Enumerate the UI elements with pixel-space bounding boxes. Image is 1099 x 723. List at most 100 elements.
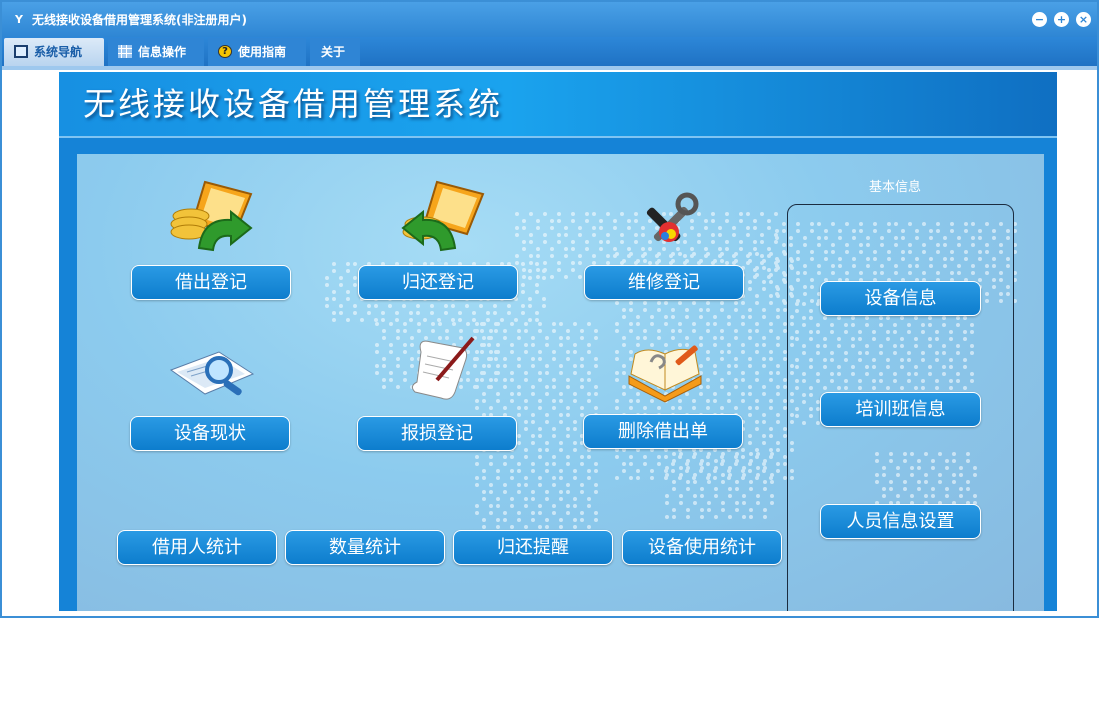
- map-dot: [564, 233, 568, 237]
- map-dot: [775, 285, 779, 289]
- map-dot: [517, 469, 521, 473]
- map-dot: [615, 357, 619, 361]
- map-dot: [559, 469, 563, 473]
- map-dot: [531, 518, 535, 522]
- map-dot: [573, 322, 577, 326]
- tab-system-navigation[interactable]: 系统导航: [4, 38, 104, 66]
- tab-user-guide[interactable]: ? 使用指南: [208, 38, 306, 66]
- repair-register-button[interactable]: 维修登记: [584, 265, 744, 300]
- map-dot: [678, 406, 682, 410]
- map-dot: [707, 501, 711, 505]
- map-dot: [776, 469, 780, 473]
- map-dot: [545, 518, 549, 522]
- map-dot: [587, 392, 591, 396]
- map-dot: [382, 385, 386, 389]
- map-dot: [566, 462, 570, 466]
- map-dot: [755, 266, 759, 270]
- window-title: 无线接收设备借用管理系统(非注册用户): [32, 13, 247, 27]
- map-dot: [762, 357, 766, 361]
- map-dot: [571, 240, 575, 244]
- map-dot: [748, 259, 752, 263]
- usage-stats-button[interactable]: 设备使用统计: [622, 530, 782, 565]
- quantity-stats-button[interactable]: 数量统计: [285, 530, 445, 565]
- map-dot: [762, 420, 766, 424]
- map-dot: [339, 283, 343, 287]
- map-dot: [665, 501, 669, 505]
- map-dot: [522, 247, 526, 251]
- map-dot: [480, 350, 484, 354]
- map-dot: [578, 226, 582, 230]
- map-dot: [725, 240, 729, 244]
- map-dot: [489, 511, 493, 515]
- map-dot: [734, 329, 738, 333]
- personnel-settings-button[interactable]: 人员信息设置: [820, 504, 981, 539]
- map-dot: [707, 473, 711, 477]
- map-dot: [753, 247, 757, 251]
- map-dot: [686, 487, 690, 491]
- map-dot: [592, 233, 596, 237]
- map-dot: [517, 490, 521, 494]
- return-register-button[interactable]: 归还登记: [358, 265, 518, 300]
- map-dot: [496, 364, 500, 368]
- map-dot: [679, 473, 683, 477]
- borrow-register-button[interactable]: 借出登记: [131, 265, 291, 300]
- maximize-button[interactable]: +: [1054, 12, 1069, 27]
- map-dot: [515, 212, 519, 216]
- map-dot: [606, 212, 610, 216]
- map-dot: [531, 413, 535, 417]
- map-dot: [524, 322, 528, 326]
- map-dot: [763, 515, 767, 519]
- delete-order-button[interactable]: 删除借出单: [583, 414, 743, 449]
- map-dot: [510, 343, 514, 347]
- tab-info-operations[interactable]: 信息操作: [108, 38, 204, 66]
- return-reminder-button[interactable]: 归还提醒: [453, 530, 613, 565]
- map-dot: [713, 371, 717, 375]
- map-dot: [748, 441, 752, 445]
- map-dot: [580, 490, 584, 494]
- map-dot: [466, 322, 470, 326]
- map-dot: [529, 212, 533, 216]
- damage-register-button[interactable]: 报损登记: [357, 416, 517, 451]
- map-dot: [749, 515, 753, 519]
- map-dot: [741, 448, 745, 452]
- map-dot: [475, 511, 479, 515]
- map-dot: [472, 311, 476, 315]
- map-dot: [566, 455, 570, 459]
- map-dot: [531, 420, 535, 424]
- map-dot: [748, 287, 752, 291]
- map-dot: [685, 259, 689, 263]
- borrower-stats-button[interactable]: 借用人统计: [117, 530, 277, 565]
- map-dot: [735, 508, 739, 512]
- map-dot: [545, 490, 549, 494]
- map-dot: [763, 459, 767, 463]
- map-dot: [566, 434, 570, 438]
- tab-about[interactable]: 关于: [310, 38, 360, 66]
- close-button[interactable]: ×: [1076, 12, 1091, 27]
- map-dot: [538, 511, 542, 515]
- map-dot: [664, 322, 668, 326]
- map-dot: [559, 364, 563, 368]
- map-dot: [706, 329, 710, 333]
- map-dot: [735, 452, 739, 456]
- map-dot: [741, 350, 745, 354]
- equipment-status-button[interactable]: 设备现状: [130, 416, 290, 451]
- map-dot: [522, 275, 526, 279]
- map-dot: [776, 413, 780, 417]
- map-dot: [482, 392, 486, 396]
- map-dot: [762, 343, 766, 347]
- map-dot: [543, 240, 547, 244]
- repair-tools-icon: [646, 192, 699, 242]
- map-dot: [552, 406, 556, 410]
- map-dot: [594, 462, 598, 466]
- map-dot: [489, 462, 493, 466]
- minimize-button[interactable]: −: [1032, 12, 1047, 27]
- map-dot: [545, 462, 549, 466]
- map-dot: [665, 473, 669, 477]
- map-dot: [706, 308, 710, 312]
- training-class-info-button[interactable]: 培训班信息: [820, 392, 981, 427]
- map-dot: [650, 476, 654, 480]
- map-dot: [482, 364, 486, 368]
- map-dot: [665, 494, 669, 498]
- map-dot: [693, 452, 697, 456]
- equipment-info-button[interactable]: 设备信息: [820, 281, 981, 316]
